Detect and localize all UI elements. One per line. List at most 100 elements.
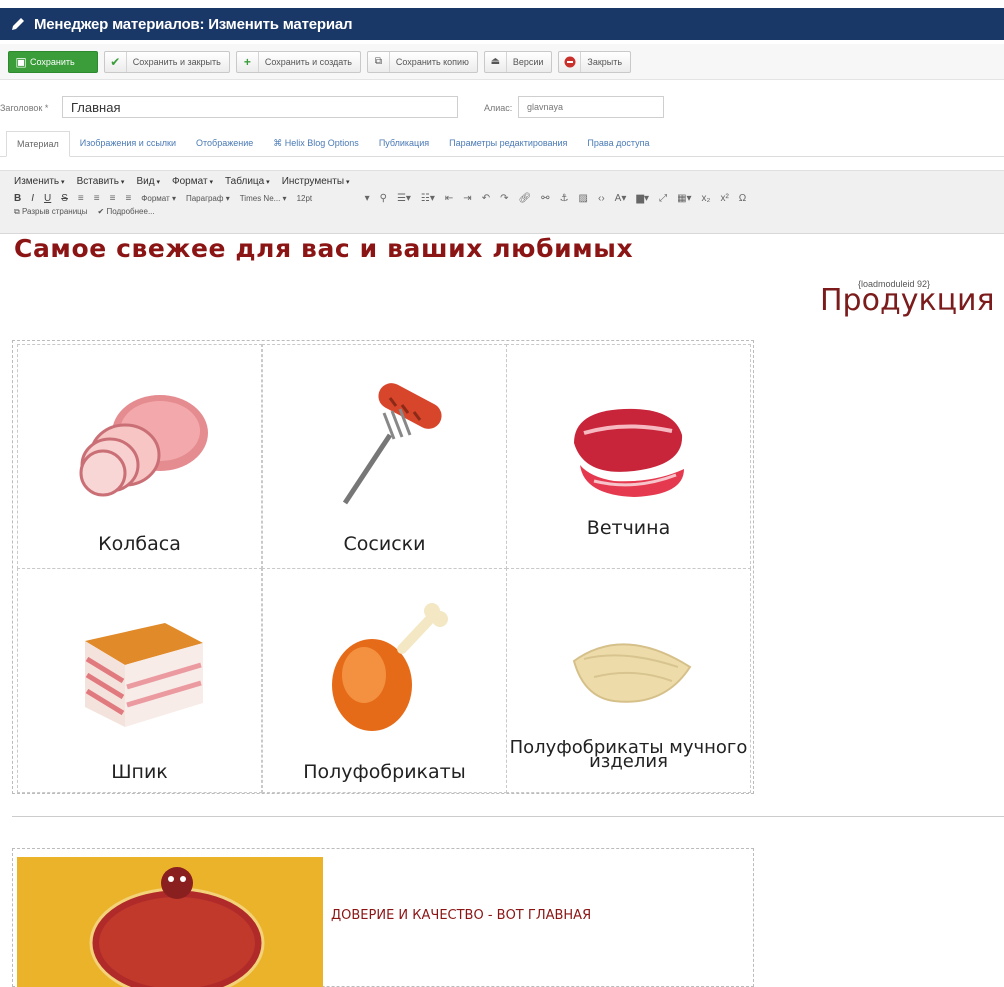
- title-input[interactable]: Главная: [62, 96, 458, 118]
- save-label: Сохранить: [30, 56, 75, 67]
- save-button[interactable]: ▣ Сохранить: [8, 50, 98, 73]
- sausage-fork-icon: [342, 383, 442, 505]
- bacon-icon: [84, 623, 203, 727]
- menu-view[interactable]: Вид: [136, 176, 160, 187]
- save-copy-button[interactable]: ⧉ Сохранить копию: [366, 50, 478, 73]
- about-table: ДОВЕРИЕ И КАЧЕСТВО - ВОТ ГЛАВНАЯ: [12, 848, 754, 987]
- indent-icon[interactable]: ⇥: [463, 193, 471, 204]
- copy-icon: ⧉: [368, 51, 390, 72]
- tab-display[interactable]: Отображение: [186, 131, 263, 157]
- menu-table[interactable]: Таблица: [225, 176, 270, 187]
- bullet-list-icon[interactable]: ☰▾: [397, 193, 411, 204]
- page-break-button[interactable]: ⧉ Разрыв страницы: [14, 207, 88, 217]
- product-name: Полуфобрикаты: [303, 761, 466, 783]
- menu-format[interactable]: Формат: [172, 176, 213, 187]
- pencil-icon: [12, 18, 24, 30]
- redo-icon[interactable]: ↷: [500, 193, 508, 204]
- table-icon[interactable]: ▦▾: [677, 193, 691, 204]
- window-title: Менеджер материалов: Изменить материал: [34, 15, 353, 33]
- toolbar: ▣ Сохранить ✔ Сохранить и закрыть + Сохр…: [0, 44, 1004, 80]
- product-cell-sausage: Колбаса: [17, 344, 262, 569]
- save-close-label: Сохранить и закрыть: [132, 56, 221, 67]
- format-select[interactable]: Формат ▾: [141, 194, 176, 203]
- tab-helix-label: Helix Blog Options: [284, 138, 359, 148]
- align-center-icon[interactable]: ≡: [94, 193, 100, 204]
- unlink-icon[interactable]: ⚯: [541, 193, 549, 204]
- code-icon[interactable]: ‹›: [598, 193, 605, 204]
- size-select[interactable]: 12pt: [297, 194, 355, 203]
- dropdown-arrow-icon[interactable]: ▾: [365, 193, 370, 204]
- strikethrough-icon[interactable]: S: [61, 193, 68, 204]
- bg-color-icon[interactable]: ▆▾: [636, 193, 649, 204]
- title-bar: Менеджер материалов: Изменить материал: [0, 8, 1004, 40]
- outdent-icon[interactable]: ⇤: [445, 193, 453, 204]
- versions-button[interactable]: ⏏ Версии: [483, 50, 553, 73]
- font-select-label: Times Ne...: [239, 194, 281, 203]
- trust-text: ДОВЕРИЕ И КАЧЕСТВО - ВОТ ГЛАВНАЯ: [331, 908, 592, 923]
- save-new-button[interactable]: + Сохранить и создать: [235, 50, 361, 73]
- editor-menu: Изменить Вставить Вид Формат Таблица Инс…: [0, 171, 1004, 187]
- font-select[interactable]: Times Ne... ▾: [240, 194, 287, 203]
- product-cell-lard: Шпик: [17, 568, 262, 793]
- tab-bar: Материал Изображения и ссылки Отображени…: [0, 131, 1004, 157]
- find-icon[interactable]: ⚲: [380, 193, 387, 204]
- close-label: Закрыть: [587, 56, 623, 67]
- align-justify-icon[interactable]: ≡: [125, 193, 131, 204]
- tab-images-links[interactable]: Изображения и ссылки: [70, 131, 186, 157]
- undo-icon[interactable]: ↶: [482, 193, 490, 204]
- anchor-icon[interactable]: ⚓︎: [560, 193, 569, 204]
- company-logo: [17, 857, 323, 987]
- readmore-icon: ✔: [97, 207, 105, 216]
- tab-material[interactable]: Материал: [6, 131, 70, 157]
- alias-label: Алиас:: [484, 103, 513, 113]
- save-icon: ▣: [15, 54, 27, 69]
- raw-meat-icon: [573, 408, 684, 497]
- save-new-label: Сохранить и создать: [264, 56, 352, 67]
- paragraph-select-label: Параграф: [185, 194, 224, 203]
- text-color-icon[interactable]: A▾: [615, 193, 627, 204]
- title-alias-row: Заголовок * Главная Алиас: glavnaya: [0, 96, 1004, 120]
- tab-helix-blog[interactable]: ⌘ Helix Blog Options: [263, 131, 369, 157]
- tab-edit-params[interactable]: Параметры редактирования: [439, 131, 577, 157]
- special-char-icon[interactable]: Ω: [739, 193, 746, 204]
- alias-input[interactable]: glavnaya: [518, 96, 664, 118]
- helix-icon: ⌘: [273, 138, 283, 148]
- tab-publishing[interactable]: Публикация: [369, 131, 439, 157]
- readmore-label: Подробнее...: [106, 207, 155, 216]
- superscript-icon[interactable]: x²: [720, 193, 728, 204]
- align-left-icon[interactable]: ≡: [78, 193, 84, 204]
- products-title: Продукция: [820, 283, 995, 318]
- product-name: Шпик: [111, 761, 168, 783]
- versions-label: Версии: [512, 56, 544, 67]
- editor-toolbar: Изменить Вставить Вид Формат Таблица Инс…: [0, 170, 1004, 234]
- close-icon: [559, 51, 582, 72]
- format-toolbar: B I U S ≡ ≡ ≡ ≡ Формат ▾ Параграф ▾ Time…: [0, 187, 1004, 204]
- size-select-label: 12pt: [296, 194, 313, 203]
- readmore-button[interactable]: ✔ Подробнее...: [98, 207, 155, 217]
- paragraph-select[interactable]: Параграф ▾: [186, 194, 230, 203]
- save-close-button[interactable]: ✔ Сохранить и закрыть: [103, 50, 230, 73]
- underline-icon[interactable]: U: [44, 193, 51, 204]
- close-button[interactable]: Закрыть: [558, 50, 632, 73]
- product-name: Сосиски: [343, 533, 426, 555]
- align-right-icon[interactable]: ≡: [110, 193, 116, 204]
- italic-icon[interactable]: I: [31, 193, 34, 204]
- product-cell-wieners: Сосиски: [262, 344, 507, 569]
- product-name: Колбаса: [98, 533, 181, 555]
- link-icon[interactable]: 🔗︎: [518, 193, 531, 204]
- numbered-list-icon[interactable]: ☷▾: [421, 193, 435, 204]
- menu-tools[interactable]: Инструменты: [282, 176, 350, 187]
- product-cell-ham: Ветчина: [506, 344, 751, 569]
- menu-insert[interactable]: Вставить: [77, 176, 125, 187]
- dumpling-icon: [572, 643, 691, 703]
- subscript-icon[interactable]: x₂: [702, 193, 711, 204]
- menu-edit[interactable]: Изменить: [14, 176, 65, 187]
- title-label: Заголовок *: [0, 103, 49, 113]
- product-name: Ветчина: [586, 517, 671, 539]
- tab-permissions[interactable]: Права доступа: [577, 131, 659, 157]
- check-icon: ✔: [105, 51, 127, 72]
- bold-icon[interactable]: B: [14, 193, 21, 204]
- plus-icon: +: [237, 51, 259, 72]
- fullscreen-icon[interactable]: ⤢: [659, 193, 667, 204]
- image-icon[interactable]: ▨: [579, 193, 588, 204]
